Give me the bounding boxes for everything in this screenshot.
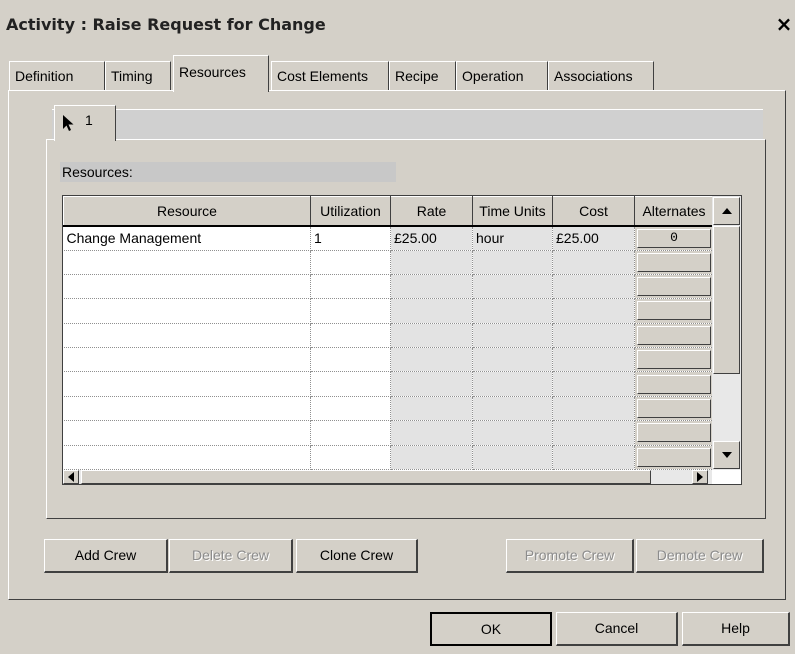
crew-tab-1[interactable]: 1 xyxy=(54,105,116,141)
close-button[interactable]: × xyxy=(773,11,795,37)
tab-timing[interactable]: Timing xyxy=(105,61,171,91)
tab-operation[interactable]: Operation xyxy=(456,61,548,91)
ok-button[interactable]: OK xyxy=(430,612,552,646)
arrow-cursor-icon xyxy=(63,115,74,131)
tab-recipe[interactable]: Recipe xyxy=(389,61,456,91)
crew-tab-label: 1 xyxy=(85,112,93,128)
help-button[interactable]: Help xyxy=(682,612,790,646)
cancel-button[interactable]: Cancel xyxy=(556,612,678,646)
window-title: Activity : Raise Request for Change xyxy=(6,15,326,34)
tab-cost-elements[interactable]: Cost Elements xyxy=(271,61,389,91)
tab-panel xyxy=(8,90,786,600)
tab-resources[interactable]: Resources xyxy=(173,55,269,92)
tab-associations[interactable]: Associations xyxy=(548,61,654,91)
tab-definition[interactable]: Definition xyxy=(9,61,105,91)
